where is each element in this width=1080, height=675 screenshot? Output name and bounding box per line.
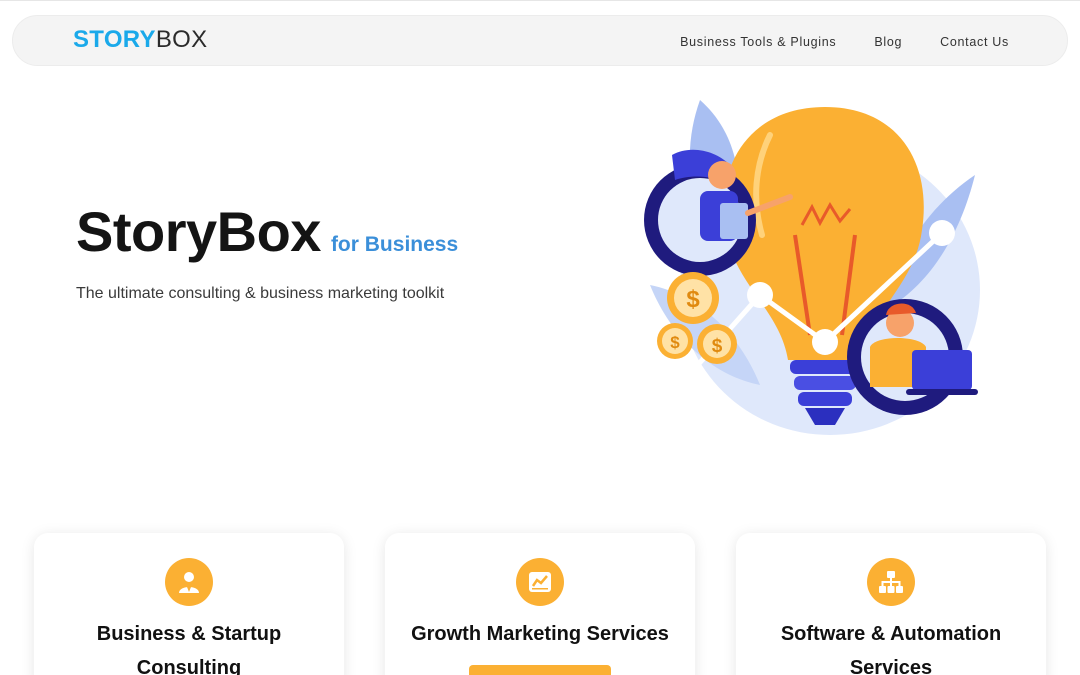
service-card[interactable]: Software & Automation Services [736, 533, 1046, 675]
svg-text:$: $ [670, 333, 680, 352]
hero-title: StoryBox [76, 200, 321, 263]
cta-button[interactable] [469, 665, 611, 675]
chart-icon [516, 558, 564, 606]
navbar: STORYBOX Business Tools & Plugins Blog C… [12, 15, 1068, 66]
hero-title-suffix: for Business [330, 233, 459, 256]
svg-text:$: $ [712, 336, 723, 357]
service-card[interactable]: Growth Marketing Services [385, 533, 695, 675]
nav-blog[interactable]: Blog [874, 35, 902, 49]
lightbulb-growth-illustration: $ $ $ [644, 100, 980, 435]
hero-subtitle: The ultimate consulting & business marke… [76, 285, 445, 302]
user-icon [165, 558, 213, 606]
hero-title-row: StoryBox for Business [76, 200, 458, 264]
svg-text:$: $ [686, 286, 700, 313]
service-title: Software & Automation Services [780, 623, 1002, 675]
service-title: Business & Startup Consulting [96, 623, 282, 675]
nav-business-tools[interactable]: Business Tools & Plugins [680, 35, 836, 49]
logo-story-text: STORY [73, 26, 156, 53]
nav-contact-us[interactable]: Contact Us [940, 35, 1009, 49]
sitemap-icon [867, 558, 915, 606]
logo-box-text: BOX [155, 26, 208, 53]
main-nav: Business Tools & Plugins Blog Contact Us [680, 16, 1009, 67]
service-card[interactable]: Business & Startup Consulting [34, 533, 344, 675]
service-title: Growth Marketing Services [411, 623, 669, 645]
logo[interactable]: STORYBOX [73, 26, 207, 54]
top-divider [0, 0, 1080, 1]
